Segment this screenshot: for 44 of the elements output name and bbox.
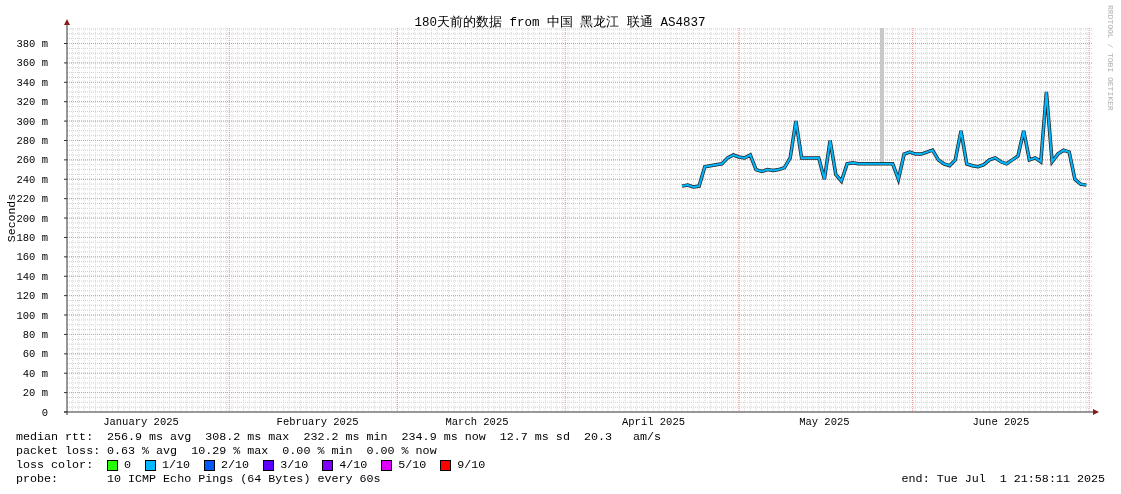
y-tick-label: 360 m: [16, 57, 48, 70]
swatch-label: 3/10: [280, 458, 309, 472]
y-tick-label: 0: [41, 406, 48, 419]
legend-label: median rtt:: [16, 430, 95, 444]
y-tick-label: 80 m: [22, 328, 48, 341]
x-tick-label: May 2025: [799, 416, 850, 428]
y-tick-label: 260 m: [16, 154, 48, 167]
legend-label: packet loss:: [16, 444, 102, 458]
swatch-label: 1/10: [162, 458, 191, 472]
x-tick-label: February 2025: [276, 416, 359, 428]
y-tick-label: 220 m: [16, 193, 48, 206]
legend-label: loss color:: [16, 458, 95, 472]
x-tick-label: March 2025: [445, 416, 509, 428]
y-tick-label: 200 m: [16, 212, 48, 225]
y-tick-label: 140 m: [16, 270, 48, 283]
swatch-label: 4/10: [339, 458, 368, 472]
y-tick-label: 320 m: [16, 96, 48, 109]
y-tick-label: 160 m: [16, 251, 48, 264]
y-tick-label: 20 m: [22, 387, 48, 400]
watermark-text: RRDTOOL / TOBI OETIKER: [1106, 5, 1115, 111]
swatch-label: 9/10: [457, 458, 486, 472]
graph-title: 180天前的数据 from 中国 黑龙江 联通 AS4837: [414, 16, 706, 30]
y-tick-label: 340 m: [16, 76, 48, 89]
legend-values: 256.9 ms avg 308.2 ms max 232.2 ms min 234.9 ms now 12.7 ms sd 20.3 am/s: [107, 430, 663, 444]
y-tick-label: 180 m: [16, 231, 48, 244]
x-tick-label: June 2025: [972, 416, 1030, 428]
y-axis-title: Seconds: [5, 193, 18, 243]
y-tick-label: 240 m: [16, 173, 48, 186]
x-tick-label: April 2025: [622, 416, 686, 428]
y-tick-label: 60 m: [22, 348, 48, 361]
legend-values: 10 ICMP Echo Pings (64 Bytes) every 60s: [107, 472, 381, 486]
y-tick-label: 120 m: [16, 290, 48, 303]
legend-label: probe:: [16, 472, 60, 486]
y-tick-label: 380 m: [16, 38, 48, 50]
swatch-label: 5/10: [398, 458, 427, 472]
end-time: end: Tue Jul 1 21:58:11 2025: [901, 472, 1105, 486]
x-tick-label: January 2025: [103, 416, 179, 428]
y-tick-label: 100 m: [16, 309, 48, 322]
y-tick-label: 280 m: [16, 135, 48, 147]
swatch-label: 0: [124, 458, 131, 472]
legend-values: 0.63 % avg 10.29 % max 0.00 % min 0.00 % now: [107, 444, 438, 458]
y-tick-label: 40 m: [22, 367, 48, 380]
y-tick-label: 300 m: [16, 115, 48, 128]
swatch-label: 2/10: [221, 458, 250, 472]
